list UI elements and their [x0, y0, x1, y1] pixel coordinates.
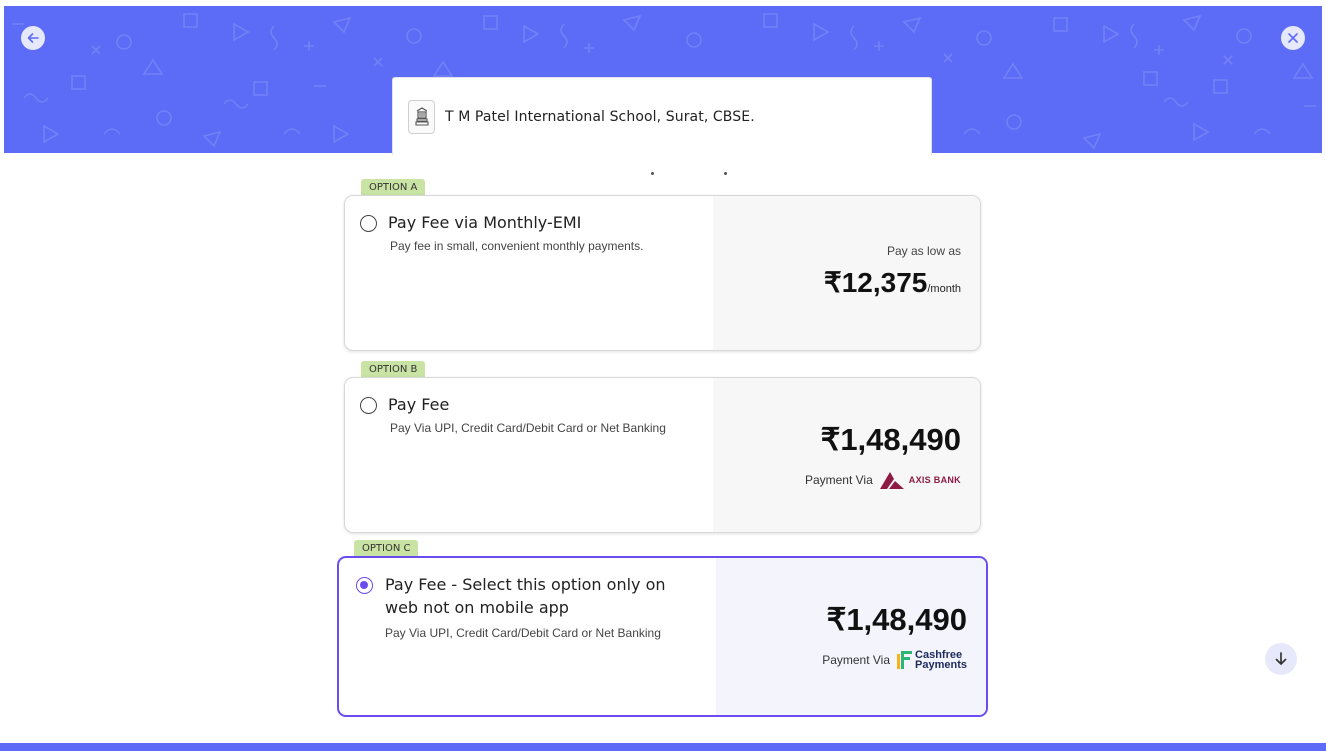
option-a-description: Pay fee in small, convenient monthly pay…: [390, 239, 644, 253]
school-icon-box: [408, 99, 435, 134]
option-a-price-unit: /month: [927, 283, 961, 295]
option-c-description: Pay Via UPI, Credit Card/Debit Card or N…: [385, 626, 661, 640]
payment-options-page: T M Patel International School, Surat, C…: [0, 0, 1326, 751]
scroll-down-button[interactable]: [1265, 643, 1297, 675]
option-a-price-panel: Pay as low as ₹12,375/month: [713, 196, 980, 350]
school-building-icon: [414, 106, 429, 126]
option-a-card[interactable]: Pay Fee via Monthly-EMI Pay fee in small…: [344, 195, 981, 351]
option-c-tag: OPTION C: [354, 540, 419, 556]
option-b-gateway: AXIS BANK: [908, 475, 961, 485]
option-c-title-line2: web not on mobile app: [385, 598, 569, 617]
school-name: T M Patel International School, Surat, C…: [445, 108, 755, 125]
option-b-price-panel: ₹1,48,490 Payment Via AXIS BANK: [713, 378, 980, 532]
option-b-payment-via: Payment Via AXIS BANK: [805, 470, 961, 490]
option-c-price-panel: ₹1,48,490 Payment Via Cashfree Payments: [716, 558, 986, 715]
option-b-card[interactable]: Pay Fee Pay Via UPI, Credit Card/Debit C…: [344, 377, 981, 533]
back-button[interactable]: [21, 26, 45, 50]
option-b-description: Pay Via UPI, Credit Card/Debit Card or N…: [390, 421, 666, 435]
option-a-price: ₹12,375/month: [824, 266, 961, 299]
option-c-radio[interactable]: [356, 577, 373, 594]
option-c-payment-via: Payment Via Cashfree Payments: [822, 650, 967, 671]
footer-band: [0, 743, 1326, 751]
option-a-price-amount: ₹12,375: [823, 267, 928, 298]
option-c-title-line1: Pay Fee - Select this option only on: [385, 575, 666, 594]
option-c-gateway-line2: Payments: [915, 659, 967, 671]
school-card: T M Patel International School, Surat, C…: [392, 77, 932, 155]
option-c-gateway: Cashfree Payments: [915, 650, 967, 671]
divider-dot: [724, 172, 727, 175]
option-b-price: ₹1,48,490: [820, 422, 961, 457]
option-a-low-as: Pay as low as: [886, 244, 961, 258]
axis-bank-logo-icon: [879, 472, 904, 489]
option-a-tag: OPTION A: [361, 179, 426, 195]
option-b-radio[interactable]: [360, 397, 377, 414]
option-c-card[interactable]: Pay Fee - Select this option only on web…: [337, 556, 988, 717]
option-b-tag: OPTION B: [361, 361, 426, 377]
option-c-payment-via-label: Payment Via: [822, 653, 891, 667]
close-icon: [1288, 33, 1298, 43]
option-b-payment-via-label: Payment Via: [804, 473, 873, 487]
arrow-down-icon: [1275, 652, 1287, 665]
option-a-radio[interactable]: [360, 215, 377, 232]
arrow-left-icon: [27, 33, 39, 43]
close-button[interactable]: [1281, 26, 1305, 50]
option-c-price: ₹1,48,490: [826, 602, 967, 637]
option-a-title: Pay Fee via Monthly-EMI: [388, 213, 582, 232]
divider-dot: [651, 172, 654, 175]
option-b-title: Pay Fee: [388, 395, 450, 414]
cashfree-logo-icon: [897, 651, 913, 669]
